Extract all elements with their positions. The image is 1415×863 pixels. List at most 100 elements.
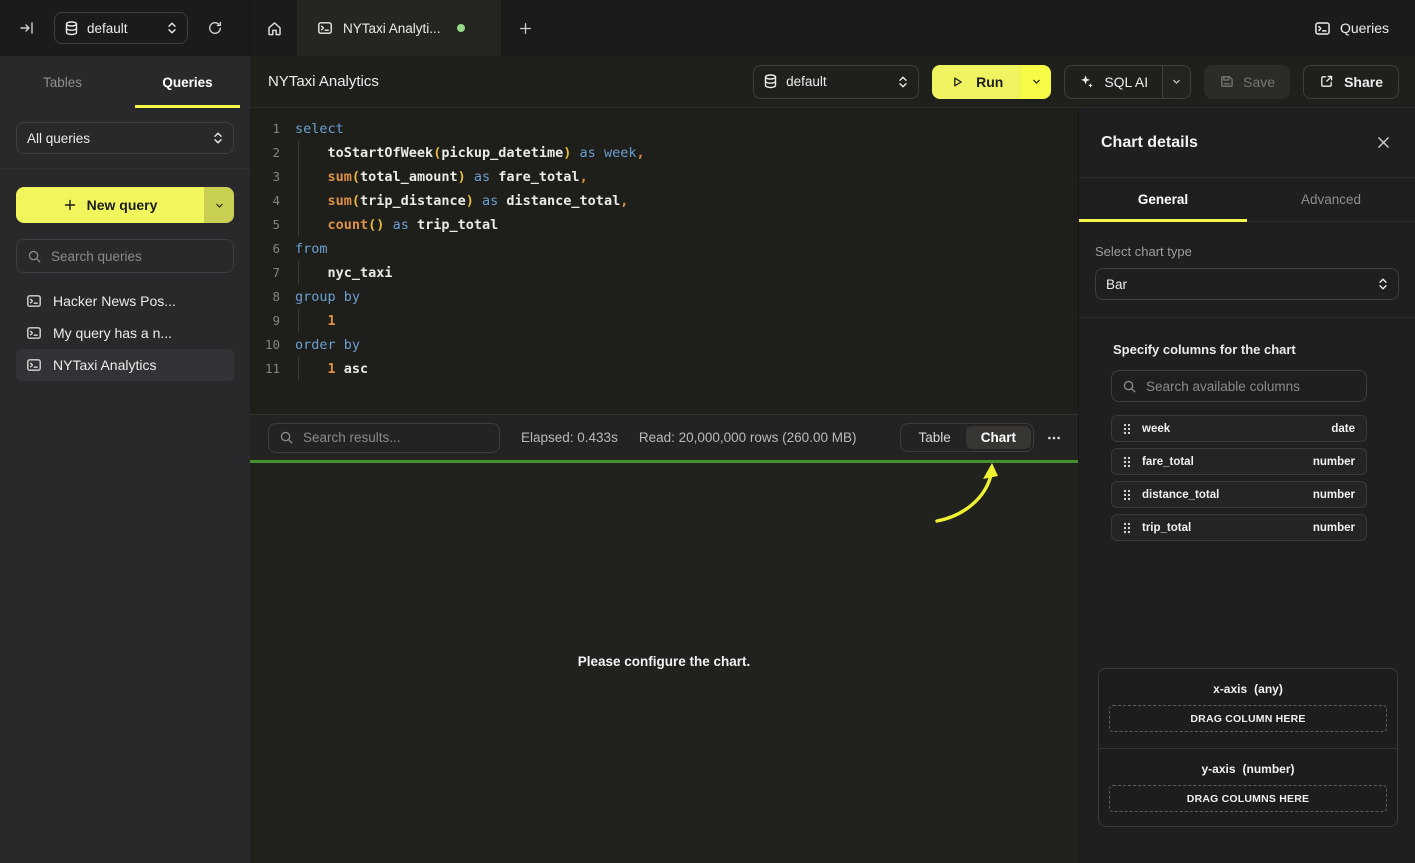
run-main[interactable]: Run <box>932 65 1021 99</box>
save-button[interactable]: Save <box>1204 65 1290 99</box>
line-number: 3 <box>250 165 280 189</box>
share-label: Share <box>1344 74 1383 90</box>
chart-type-value: Bar <box>1106 277 1369 292</box>
collapse-sidebar-icon[interactable] <box>14 15 40 41</box>
query-header: NYTaxi Analytics default Run <box>250 56 1415 108</box>
code-line[interactable]: 9 1 <box>250 309 1078 333</box>
search-columns-input[interactable]: Search available columns <box>1111 370 1367 402</box>
sql-ai-dropdown[interactable] <box>1162 66 1190 98</box>
query-item-label: Hacker News Pos... <box>53 293 176 309</box>
view-tab-table[interactable]: Table <box>903 426 965 449</box>
query-list-item[interactable]: My query has a n... <box>16 317 234 349</box>
column-row[interactable]: trip_total number <box>1111 514 1367 541</box>
panel-tabs: General Advanced <box>1079 178 1415 222</box>
sql-ai-button[interactable]: SQL AI <box>1064 65 1191 99</box>
sql-ai-main[interactable]: SQL AI <box>1065 66 1162 98</box>
search-icon <box>279 430 294 445</box>
tab-advanced[interactable]: Advanced <box>1247 178 1415 221</box>
code-text: from <box>295 237 328 261</box>
view-tab-chart[interactable]: Chart <box>966 426 1031 449</box>
elapsed-stat: Elapsed: 0.433s <box>521 430 618 445</box>
search-icon <box>1122 379 1137 394</box>
home-tab-button[interactable] <box>251 0 297 56</box>
search-results-input[interactable]: Search results... <box>268 423 500 453</box>
code-line[interactable]: 8group by <box>250 285 1078 309</box>
line-number: 10 <box>250 333 280 357</box>
drag-handle-icon[interactable] <box>1123 423 1131 435</box>
panel-header: Chart details <box>1079 108 1415 178</box>
y-axis-drop-zone[interactable]: DRAG COLUMNS HERE <box>1109 785 1387 812</box>
line-number: 9 <box>250 309 280 333</box>
database-icon <box>764 74 777 89</box>
x-axis-section: x-axis(any) DRAG COLUMN HERE <box>1099 669 1397 748</box>
code-line[interactable]: 11 1 asc <box>250 357 1078 381</box>
line-number: 7 <box>250 261 280 285</box>
x-axis-drop-zone[interactable]: DRAG COLUMN HERE <box>1109 705 1387 732</box>
terminal-icon <box>26 325 42 341</box>
code-text: sum(total_amount) as fare_total, <box>295 165 588 189</box>
drag-handle-icon[interactable] <box>1123 522 1131 534</box>
run-button[interactable]: Run <box>932 65 1051 99</box>
share-icon <box>1319 74 1334 89</box>
code-line[interactable]: 10order by <box>250 333 1078 357</box>
x-axis-constraint: (any) <box>1254 682 1283 696</box>
column-row[interactable]: fare_totalnumber <box>1111 448 1367 475</box>
chart-placeholder-text: Please configure the chart. <box>250 654 1078 669</box>
code-line[interactable]: 5 count() as trip_total <box>250 213 1078 237</box>
code-line[interactable]: 6from <box>250 237 1078 261</box>
code-line[interactable]: 4 sum(trip_distance) as distance_total, <box>250 189 1078 213</box>
sparkles-icon <box>1079 74 1094 89</box>
search-queries-input[interactable]: Search queries <box>16 239 234 273</box>
database-selector-value: default <box>87 21 158 36</box>
code-text: count() as trip_total <box>295 213 498 237</box>
query-filter-select[interactable]: All queries <box>16 122 234 154</box>
tab-general[interactable]: General <box>1079 178 1247 221</box>
query-list-item[interactable]: Hacker News Pos... <box>16 285 234 317</box>
line-number: 2 <box>250 141 280 165</box>
line-number: 8 <box>250 285 280 309</box>
line-number: 4 <box>250 189 280 213</box>
query-list-item[interactable]: NYTaxi Analytics <box>16 349 234 381</box>
queries-panel-button[interactable]: Queries <box>1314 20 1389 37</box>
drag-handle-icon[interactable] <box>1123 489 1131 501</box>
column-row[interactable]: weekdate <box>1111 415 1367 442</box>
panel-divider <box>1079 317 1415 318</box>
chart-type-select[interactable]: Bar <box>1095 268 1399 300</box>
tab-tables[interactable]: Tables <box>0 56 125 108</box>
chevron-up-down-icon <box>1378 277 1388 291</box>
column-name: trip_total <box>1142 522 1191 534</box>
code-text: select <box>295 117 344 141</box>
code-line[interactable]: 2 toStartOfWeek(pickup_datetime) as week… <box>250 141 1078 165</box>
line-number: 11 <box>250 357 280 381</box>
new-query-dropdown[interactable] <box>204 187 234 223</box>
code-text: 1 asc <box>295 357 368 381</box>
sql-editor[interactable]: 1select2 toStartOfWeek(pickup_datetime) … <box>250 108 1078 414</box>
new-tab-button[interactable] <box>501 0 549 56</box>
save-label: Save <box>1243 74 1275 90</box>
code-line[interactable]: 1select <box>250 117 1078 141</box>
y-axis-label-row: y-axis(number) <box>1099 762 1397 776</box>
column-row[interactable]: distance_totalnumber <box>1111 481 1367 508</box>
terminal-icon <box>1314 20 1331 37</box>
column-type: number <box>1313 522 1355 534</box>
column-name: fare_total <box>1142 456 1194 468</box>
tab-nytaxi-analytics[interactable]: NYTaxi Analyti... <box>297 0 501 56</box>
refresh-icon[interactable] <box>202 15 228 41</box>
results-more-button[interactable] <box>1046 430 1062 446</box>
sidebar: Tables Queries All queries New query <box>0 56 250 863</box>
run-dropdown[interactable] <box>1021 65 1051 99</box>
database-selector-top[interactable]: default <box>54 12 188 44</box>
close-icon[interactable] <box>1376 135 1391 150</box>
drag-handle-icon[interactable] <box>1123 456 1131 468</box>
new-query-button[interactable]: New query <box>16 187 234 223</box>
new-query-main[interactable]: New query <box>16 187 204 223</box>
y-axis-section: y-axis(number) DRAG COLUMNS HERE <box>1099 749 1397 827</box>
database-selector-main[interactable]: default <box>753 65 919 99</box>
header-controls: default Run SQL AI <box>753 65 1399 99</box>
code-line[interactable]: 7 nyc_taxi <box>250 261 1078 285</box>
save-icon <box>1219 74 1234 89</box>
tab-queries[interactable]: Queries <box>125 56 250 108</box>
share-button[interactable]: Share <box>1303 65 1399 99</box>
chevron-up-down-icon <box>213 131 223 145</box>
code-line[interactable]: 3 sum(total_amount) as fare_total, <box>250 165 1078 189</box>
